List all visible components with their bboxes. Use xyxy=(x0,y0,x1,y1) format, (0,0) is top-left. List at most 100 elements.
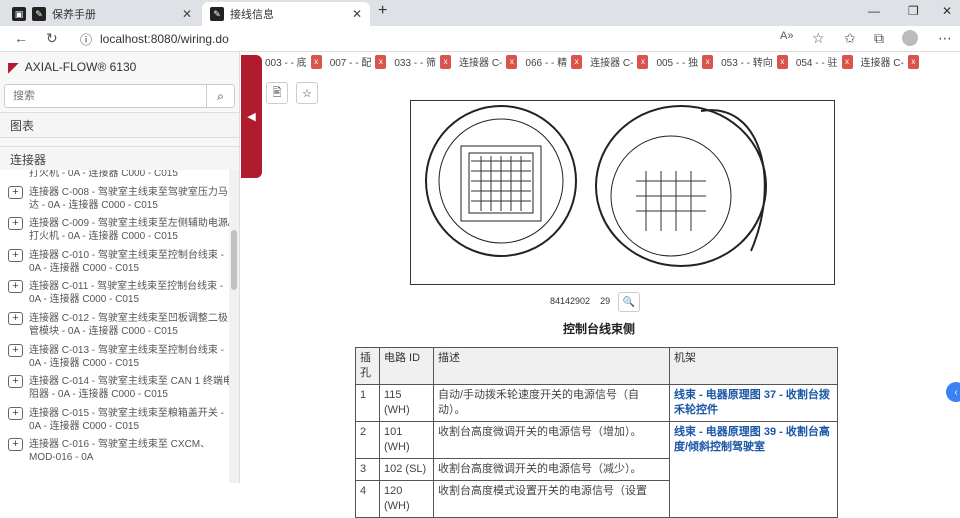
doc-tab-label: 005 - - 独 xyxy=(656,58,699,69)
circuit-cell: 115 (WH) xyxy=(379,384,434,422)
list-item[interactable]: + 连接器 C-008 - 驾驶室主线束至驾驶室压力马达 - 0A - 连接器 C… xyxy=(0,183,238,215)
connector-diagram xyxy=(410,100,835,285)
list-item[interactable]: + 连接器 C-010 - 驾驶室主线束至控制台线束 - 0A - 连接器 C00… xyxy=(0,246,238,278)
doc-tab[interactable]: 054 - - 驻x xyxy=(796,54,853,69)
sidebar: ◤ AXIAL-FLOW® 6130 ⌕ 图表 连接器 + 连接器 C-007 - … xyxy=(0,52,240,483)
close-doc-tab-button[interactable]: x xyxy=(637,54,649,69)
list-item[interactable]: + 连接器 C-012 - 驾驶室主线束至凹板调整二极管模块 - 0A - 连接器… xyxy=(0,309,238,341)
item-label: 连接器 C-011 - 驾驶室主线束至控制台线束 - 0A - 连接器 C000… xyxy=(29,281,224,306)
list-item[interactable]: + 连接器 C-013 - 驾驶室主线束至控制台线束 - 0A - 连接器 C00… xyxy=(0,341,238,373)
frame-link[interactable]: 线束 - 电器原理图 39 - 收割台高度/倾斜控制驾驶室 xyxy=(674,426,830,453)
item-label: 连接器 C-013 - 驾驶室主线束至控制台线束 - 0A - 连接器 C000… xyxy=(29,344,225,369)
list-item[interactable]: + 连接器 C-009 - 驾驶室主线束至左侧辅助电源/打火机 - 0A - 连接… xyxy=(0,214,238,246)
expand-icon[interactable]: + xyxy=(8,375,23,389)
table-row: 1 115 (WH) 自动/手动拨禾轮速度开关的电源信号（自动）。 线束 - 电… xyxy=(355,384,838,422)
doc-tab-active[interactable]: 连接器 C-x xyxy=(861,54,919,69)
new-tab-button[interactable]: + xyxy=(378,2,387,20)
table-header-row: 插孔 电路 ID 描述 机架 xyxy=(355,347,838,385)
search-icon[interactable]: ⌕ xyxy=(206,85,234,107)
close-doc-tab-button[interactable]: x xyxy=(310,54,322,69)
list-item[interactable]: + 连接器 C-014 - 驾驶室主线束至 CAN 1 终端电阻器 - 0A - … xyxy=(0,372,238,404)
expand-icon[interactable]: + xyxy=(8,217,23,231)
profile-avatar[interactable] xyxy=(902,30,918,46)
back-icon[interactable]: ← xyxy=(14,30,28,46)
close-doc-tab-button[interactable]: x xyxy=(440,54,452,69)
list-item[interactable]: + 连接器 C-011 - 驾驶室主线束至控制台线束 - 0A - 连接器 C00… xyxy=(0,277,238,309)
expand-icon[interactable]: + xyxy=(8,438,23,452)
favorites-icon[interactable]: ✩ xyxy=(844,30,856,47)
collections-icon[interactable]: ⧉ xyxy=(874,30,884,47)
description-cell: 自动/手动拨禾轮速度开关的电源信号（自动）。 xyxy=(433,384,670,422)
item-label: 连接器 C-015 - 驾驶室主线束至粮箱盖开关 - 0A - 连接器 C000… xyxy=(29,407,225,432)
col-pin: 插孔 xyxy=(355,347,380,385)
browser-tab-manual[interactable]: ▣ ✎ 保养手册 ✕ xyxy=(4,2,200,26)
minimize-icon[interactable]: — xyxy=(868,4,880,18)
expand-icon[interactable]: + xyxy=(8,311,23,325)
figure-caption: 84142902 29 xyxy=(550,296,610,306)
circuit-cell: 101 (WH) xyxy=(379,421,434,459)
expand-icon[interactable]: + xyxy=(8,185,23,199)
doc-tab[interactable]: 连接器 C-x xyxy=(590,54,649,69)
description-cell: 收割台高度微调开关的电源信号（减少）。 xyxy=(433,458,670,481)
close-doc-tab-button[interactable]: x xyxy=(702,54,714,69)
part-number: 84142902 xyxy=(550,296,591,306)
doc-tab[interactable]: 003 - - 底x xyxy=(265,54,322,69)
pin-cell: 1 xyxy=(355,384,380,422)
side-panel-toggle-icon[interactable]: ‹ xyxy=(946,382,960,402)
read-aloud-icon[interactable]: A» xyxy=(780,30,793,42)
expand-icon[interactable]: + xyxy=(8,248,23,262)
close-doc-tab-button[interactable]: x xyxy=(506,54,518,69)
url-field[interactable]: ⓘ localhost:8080/wiring.do xyxy=(80,29,800,49)
doc-tab[interactable]: 007 - - 配x xyxy=(330,54,387,69)
section-connectors[interactable]: 连接器 xyxy=(0,146,239,172)
frame-link[interactable]: 线束 - 电器原理图 37 - 收割台拨禾轮控件 xyxy=(674,389,830,416)
doc-tab[interactable]: 033 - - 筛x xyxy=(394,54,452,69)
doc-tab[interactable]: 连接器 C-x xyxy=(459,54,518,69)
close-doc-tab-button[interactable]: x xyxy=(841,54,853,69)
close-tab-icon[interactable]: ✕ xyxy=(182,7,192,21)
pin-cell: 4 xyxy=(355,480,380,518)
col-circuit: 电路 ID xyxy=(379,347,434,385)
browser-tab-wiring[interactable]: ✎ 接线信息 ✕ xyxy=(202,2,370,26)
collapse-sidebar-button[interactable]: ◀ xyxy=(241,55,262,178)
connector-list: + 连接器 C-007 - 驾驶室主线束至右侧辅助电源/打火机 - 0A - 连接… xyxy=(0,170,238,483)
item-label: 连接器 C-014 - 驾驶室主线束至 CAN 1 终端电阻器 - 0A - 连… xyxy=(29,376,233,401)
expand-icon[interactable]: + xyxy=(8,280,23,294)
list-item[interactable]: +连接器 C-007 - 驾驶室主线束至右侧辅助电源/打火机 - 0A - 连接… xyxy=(0,170,238,183)
favorite-icon[interactable]: ☆ xyxy=(812,30,825,47)
expand-icon[interactable]: + xyxy=(8,343,23,357)
section-charts[interactable]: 图表 xyxy=(0,112,239,138)
doc-tab-label: 033 - - 筛 xyxy=(394,58,437,69)
circuit-cell: 120 (WH) xyxy=(379,480,434,518)
close-doc-tab-button[interactable]: x xyxy=(375,54,387,69)
app-title: AXIAL-FLOW® 6130 xyxy=(24,60,137,74)
close-tab-icon[interactable]: ✕ xyxy=(352,7,362,21)
zoom-figure-button[interactable]: 🔍 xyxy=(618,292,640,312)
close-doc-tab-button[interactable]: x xyxy=(571,54,583,69)
menu-icon[interactable]: ⋯ xyxy=(938,30,952,47)
reload-icon[interactable]: ↻ xyxy=(46,30,58,47)
close-doc-tab-button[interactable]: x xyxy=(776,54,788,69)
scrollbar-thumb[interactable] xyxy=(231,230,237,290)
favicon: ✎ xyxy=(210,7,224,21)
close-doc-tab-button[interactable]: x xyxy=(907,54,919,69)
list-item[interactable]: + 连接器 C-015 - 驾驶室主线束至粮箱盖开关 - 0A - 连接器 C00… xyxy=(0,404,238,436)
item-label: 连接器 C-010 - 驾驶室主线束至控制台线束 - 0A - 连接器 C000… xyxy=(29,249,225,274)
doc-tab[interactable]: 053 - - 转向 x xyxy=(721,54,788,69)
doc-tab-label: 007 - - 配 xyxy=(329,58,372,69)
expand-icon[interactable]: + xyxy=(8,406,23,420)
item-label: 连接器 C-007 - 驾驶室主线束至右侧辅助电源/打火机 - 0A - 连接器… xyxy=(29,170,178,179)
info-icon: ⓘ xyxy=(80,32,93,47)
bookmark-star-button[interactable]: ☆ xyxy=(296,82,318,104)
close-window-icon[interactable]: ✕ xyxy=(942,4,952,18)
doc-tab[interactable]: 066 - - 精x xyxy=(525,54,583,69)
favicon: ✎ xyxy=(32,7,46,21)
list-item[interactable]: + 连接器 C-016 - 驾驶室主线束至 CXCM、MOD-016 - 0A xyxy=(0,435,238,467)
maximize-icon[interactable]: ❐ xyxy=(908,4,919,18)
doc-tab[interactable]: 005 - - 独x xyxy=(656,54,714,69)
tab-label: 接线信息 xyxy=(230,9,274,21)
search-input[interactable] xyxy=(5,90,206,102)
save-document-button[interactable]: 🖹 xyxy=(266,82,288,104)
app-header: ◤ AXIAL-FLOW® 6130 xyxy=(0,52,239,82)
sidebar-scrollbar[interactable] xyxy=(229,170,239,483)
